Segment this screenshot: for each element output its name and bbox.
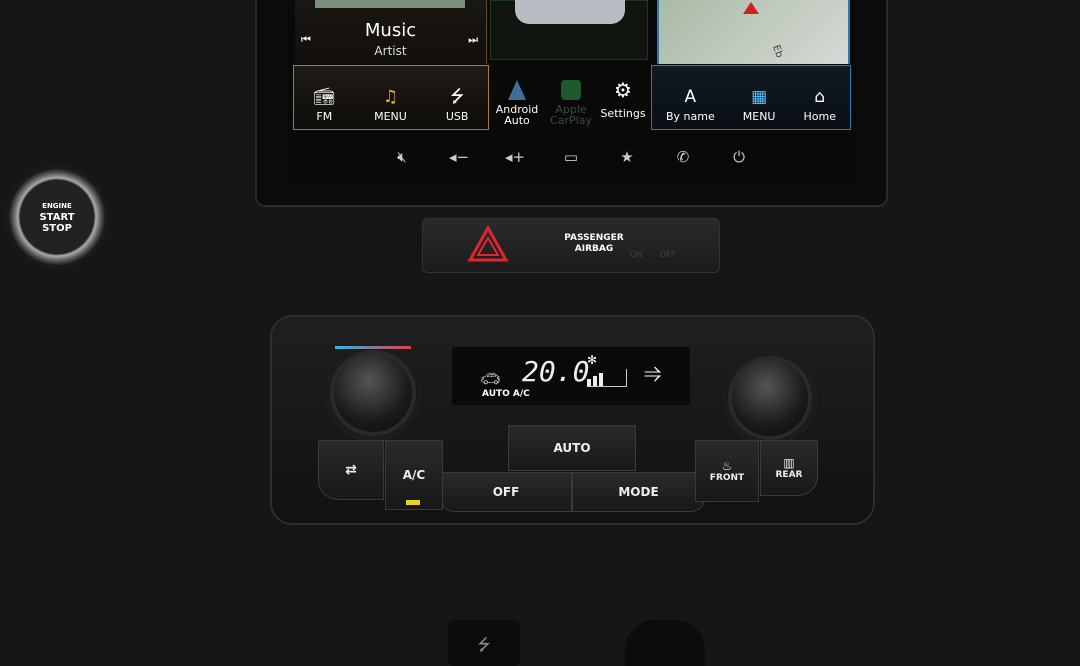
usb-icon: ⭍ xyxy=(450,87,465,107)
grid-icon: ▦ xyxy=(751,87,768,107)
front-defrost-button[interactable]: ♨ FRONT xyxy=(695,440,759,502)
android-auto-icon xyxy=(508,80,526,100)
music-tile[interactable]: Music Artist ⏮ ⏭ xyxy=(295,0,487,64)
vehicle-image xyxy=(515,0,625,24)
skip-next-icon[interactable]: ⏭ xyxy=(468,33,478,47)
off-button[interactable]: OFF xyxy=(440,472,572,512)
volume-up-icon[interactable]: ◂+ xyxy=(503,148,527,166)
airflow-mode-icon: ⥤ xyxy=(644,361,662,386)
nav-menu-button[interactable]: ▦ MENU xyxy=(743,88,776,123)
airbag-on-indicator: ON xyxy=(630,250,643,259)
recirculation-icon: ⇄ xyxy=(345,462,357,478)
by-name-button[interactable]: A By name xyxy=(666,88,715,123)
carplay-button[interactable]: Apple CarPlay xyxy=(548,80,594,126)
letter-a-icon: A xyxy=(684,87,697,107)
hazard-button[interactable] xyxy=(422,218,555,273)
power-icon[interactable]: ⏻ xyxy=(727,148,751,166)
navigation-row: A By name ▦ MENU ⌂ Home xyxy=(651,65,851,130)
media-row: 📻︎ FM ♫ MENU ⭍ USB xyxy=(293,65,489,130)
usb-button[interactable]: ⭍ USB xyxy=(446,88,469,123)
volume-down-icon[interactable]: ◂− xyxy=(447,148,471,166)
music-menu-button[interactable]: ♫ MENU xyxy=(374,88,407,123)
fan-level-bar xyxy=(587,369,627,387)
airbag-off-indicator: OFF xyxy=(660,250,676,259)
ac-indicator-light xyxy=(406,500,420,505)
music-artist: Artist xyxy=(374,44,407,58)
settings-button[interactable]: ⚙ Settings xyxy=(600,80,646,119)
front-defrost-icon: ♨ xyxy=(721,459,733,473)
star-icon[interactable]: ★ xyxy=(615,148,639,166)
screen-icon[interactable]: ▭ xyxy=(559,148,583,166)
auto-button[interactable]: AUTO xyxy=(508,425,636,471)
android-auto-button[interactable]: Android Auto xyxy=(494,80,540,126)
rear-defrost-button[interactable]: ▥ REAR xyxy=(760,440,818,496)
engine-start-stop-button[interactable]: ENGINE START STOP xyxy=(5,165,109,269)
mute-icon[interactable]: 🔇︎ xyxy=(390,148,414,166)
climate-display: 🚗︎ 20.0 AUTO A/C ✻ ⥤ xyxy=(452,347,690,405)
hazard-triangle-icon xyxy=(467,224,509,262)
phone-icon[interactable]: ✆ xyxy=(671,148,695,166)
recirculation-button[interactable]: ⇄ xyxy=(318,440,384,500)
street-label: Eb xyxy=(770,43,785,60)
usb-port: ⭍ xyxy=(448,620,520,666)
fm-button[interactable]: 📻︎ FM xyxy=(314,88,336,123)
home-icon: ⌂ xyxy=(814,87,826,107)
temperature-scale xyxy=(335,346,411,366)
gear-icon: ⚙ xyxy=(614,78,632,102)
ac-button[interactable]: A/C xyxy=(385,440,443,510)
passenger-airbag-label: PASSENGER AIRBAG xyxy=(564,233,624,254)
temperature-readout: 20.0 xyxy=(522,355,590,388)
album-art xyxy=(315,0,465,8)
usb-port-icon: ⭍ xyxy=(477,635,491,654)
radio-icon: 📻︎ xyxy=(313,87,336,107)
music-title: Music xyxy=(364,20,417,41)
skip-previous-icon[interactable]: ⏮ xyxy=(301,33,311,47)
mode-button[interactable]: MODE xyxy=(572,472,705,512)
rear-defrost-icon: ▥ xyxy=(783,456,795,470)
nav-arrow-icon xyxy=(743,2,759,14)
recirculation-car-icon: 🚗︎ xyxy=(480,369,501,388)
power-socket xyxy=(625,620,705,666)
engine-start-label: ENGINE START STOP xyxy=(39,202,75,234)
fan-speed-knob[interactable] xyxy=(728,356,812,440)
auto-ac-indicator: AUTO A/C xyxy=(482,389,530,399)
map-tile[interactable]: Eb xyxy=(657,0,850,64)
fan-icon: ✻ xyxy=(587,353,598,367)
home-button[interactable]: ⌂ Home xyxy=(803,88,835,123)
music-note-icon: ♫ xyxy=(382,87,399,107)
carplay-icon xyxy=(561,80,581,100)
